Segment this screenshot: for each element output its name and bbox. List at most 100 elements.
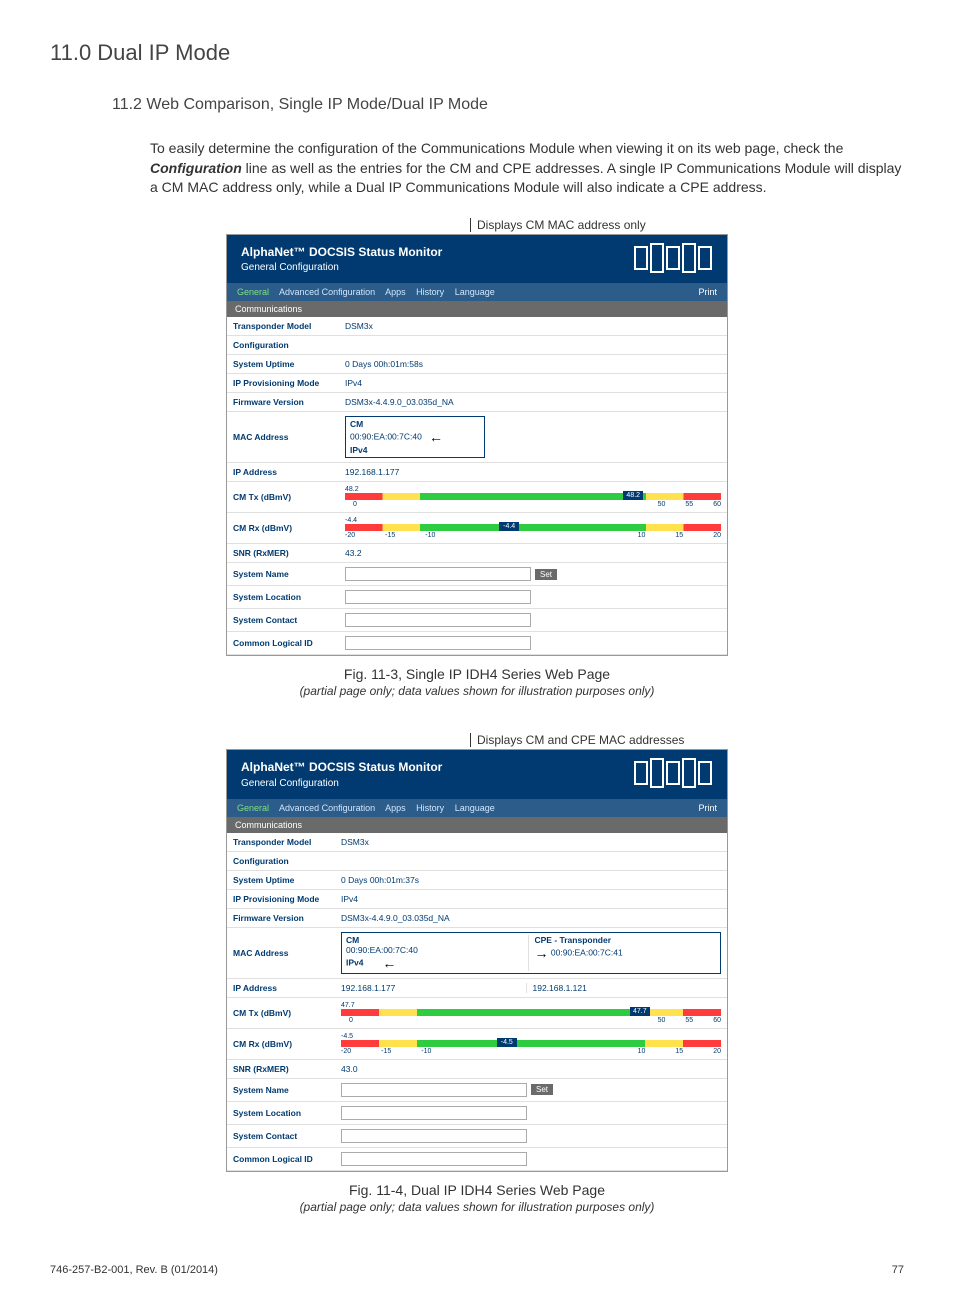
- val-prov2: IPv4: [335, 889, 727, 908]
- label-uptime2: System Uptime: [227, 870, 335, 889]
- nav-history[interactable]: History: [416, 287, 444, 297]
- label-tx2: CM Tx (dBmV): [227, 997, 335, 1028]
- rx-scale-n10b: -10: [421, 1048, 431, 1055]
- label-sysname2: System Name: [227, 1078, 335, 1101]
- alpha-logo-icon: [633, 246, 713, 273]
- nav-general[interactable]: General: [237, 287, 269, 297]
- single-ip-panel: AlphaNet™ DOCSIS Status Monitor General …: [226, 234, 728, 657]
- label-mac: MAC Address: [227, 412, 339, 463]
- nav-print2[interactable]: Print: [698, 803, 717, 813]
- syscon-input2[interactable]: [341, 1129, 527, 1143]
- rx-scale-15b: 15: [675, 1048, 683, 1055]
- val-uptime: 0 Days 00h:01m:58s: [339, 355, 727, 374]
- rx-val-text: -4.4: [345, 517, 721, 524]
- rx-scale-15: 15: [675, 532, 683, 539]
- cm-label: CM: [350, 419, 363, 429]
- intro-bold: Configuration: [150, 160, 242, 176]
- nav-general2[interactable]: General: [237, 803, 269, 813]
- footer-docnum: 746-257-B2-001, Rev. B (01/2014): [50, 1264, 218, 1276]
- fig1-caption: Fig. 11-3, Single IP IDH4 Series Web Pag…: [50, 666, 904, 682]
- clid-input[interactable]: [345, 636, 531, 650]
- intro-paragraph: To easily determine the configuration of…: [150, 139, 904, 198]
- label-rx: CM Rx (dBmV): [227, 513, 339, 544]
- tx-val-text2: 47.7: [341, 1002, 721, 1009]
- tx-bar2: 47.7: [341, 1009, 721, 1016]
- intro-prefix: To easily determine the configuration of…: [150, 140, 843, 156]
- rx-val-text2: -4.5: [341, 1033, 721, 1040]
- panel-nav: General Advanced Configuration Apps Hist…: [227, 283, 727, 301]
- nav-advanced[interactable]: Advanced Configuration: [279, 287, 375, 297]
- label-sysloc2: System Location: [227, 1101, 335, 1124]
- val-mac-cpe: 00:90:EA:00:7C:41: [551, 947, 623, 957]
- rx-marker2: -4.5: [497, 1038, 517, 1047]
- val-mac: 00:90:EA:00:7C:40: [350, 432, 422, 442]
- clid-input2[interactable]: [341, 1152, 527, 1166]
- label-tx: CM Tx (dBmV): [227, 482, 339, 513]
- label-config2: Configuration: [227, 851, 335, 870]
- tx-marker: 48.2: [623, 491, 643, 500]
- dual-ip-panel: AlphaNet™ DOCSIS Status Monitor General …: [226, 749, 728, 1172]
- rx-marker: -4.4: [499, 522, 519, 531]
- panel-nav2: General Advanced Configuration Apps Hist…: [227, 799, 727, 817]
- rx-bar2: -4.5: [341, 1040, 721, 1047]
- nav-apps[interactable]: Apps: [385, 287, 406, 297]
- tx-scale-50b: 50: [658, 1017, 666, 1024]
- rx-scale-20: 20: [713, 532, 721, 539]
- label-prov: IP Provisioning Mode: [227, 374, 339, 393]
- label-model2: Transponder Model: [227, 833, 335, 852]
- label-sysname: System Name: [227, 563, 339, 586]
- val-mac-cm: 00:90:EA:00:7C:40: [346, 945, 418, 955]
- label-ip: IP Address: [227, 463, 339, 482]
- page-footer: 746-257-B2-001, Rev. B (01/2014) 77: [50, 1264, 904, 1276]
- tx-scale-0: 0: [353, 501, 357, 508]
- arrow-left-icon2: ←: [382, 955, 396, 971]
- label-sysloc: System Location: [227, 586, 339, 609]
- sysname-input[interactable]: [345, 567, 531, 581]
- panel-subtitle2: General Configuration: [241, 778, 442, 789]
- val-snr: 43.2: [339, 544, 727, 563]
- nav-language2[interactable]: Language: [455, 803, 495, 813]
- val-prov: IPv4: [339, 374, 727, 393]
- syscon-input[interactable]: [345, 613, 531, 627]
- panel-subtitle: General Configuration: [241, 262, 442, 273]
- tx-scale-0b: 0: [349, 1017, 353, 1024]
- fig1-sub: (partial page only; data values shown fo…: [50, 684, 904, 698]
- label-snr2: SNR (RxMER): [227, 1059, 335, 1078]
- nav-apps2[interactable]: Apps: [385, 803, 406, 813]
- label-rx2: CM Rx (dBmV): [227, 1028, 335, 1059]
- val-fw: DSM3x-4.4.9.0_03.035d_NA: [339, 393, 727, 412]
- callout-single-ip: Displays CM MAC address only: [470, 218, 904, 232]
- set-button[interactable]: Set: [535, 569, 557, 580]
- tx-scale-55b: 55: [685, 1017, 693, 1024]
- sysloc-input[interactable]: [345, 590, 531, 604]
- communications-header: Communications: [227, 301, 727, 317]
- label-ip2: IP Address: [227, 978, 335, 997]
- label-syscon: System Contact: [227, 609, 339, 632]
- val-model2: DSM3x: [335, 833, 727, 852]
- rx-bar: -4.4: [345, 524, 721, 531]
- label-syscon2: System Contact: [227, 1124, 335, 1147]
- sysloc-input2[interactable]: [341, 1106, 527, 1120]
- ipv4-label: IPv4: [350, 445, 368, 455]
- val-snr2: 43.0: [335, 1059, 727, 1078]
- rx-scale-n15b: -15: [381, 1048, 391, 1055]
- intro-suffix: line as well as the entries for the CM a…: [150, 160, 901, 196]
- set-button2[interactable]: Set: [531, 1084, 553, 1095]
- nav-advanced2[interactable]: Advanced Configuration: [279, 803, 375, 813]
- nav-history2[interactable]: History: [416, 803, 444, 813]
- cpe-label: CPE - Transponder: [535, 935, 612, 945]
- val-ip-cpe: 192.168.1.121: [526, 983, 718, 993]
- callout-dual-ip: Displays CM and CPE MAC addresses: [470, 733, 904, 747]
- nav-language[interactable]: Language: [455, 287, 495, 297]
- tx-scale-55: 55: [685, 501, 693, 508]
- tx-scale-50: 50: [658, 501, 666, 508]
- val-model: DSM3x: [339, 317, 727, 336]
- label-clid: Common Logical ID: [227, 632, 339, 655]
- label-mac2: MAC Address: [227, 927, 335, 978]
- val-ip-cm: 192.168.1.177: [341, 983, 526, 993]
- footer-pagenum: 77: [892, 1264, 904, 1276]
- nav-print[interactable]: Print: [698, 287, 717, 297]
- label-model: Transponder Model: [227, 317, 339, 336]
- sysname-input2[interactable]: [341, 1083, 527, 1097]
- fig2-caption: Fig. 11-4, Dual IP IDH4 Series Web Page: [50, 1182, 904, 1198]
